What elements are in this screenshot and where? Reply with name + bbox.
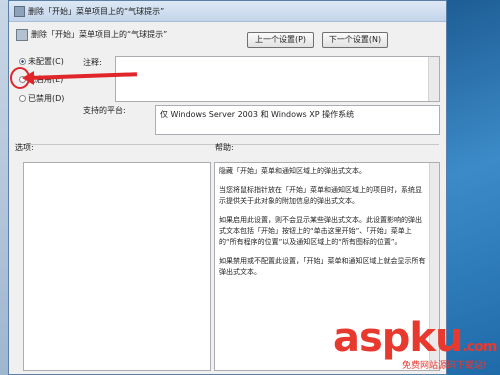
options-label: 选项: xyxy=(15,143,34,152)
next-setting-button[interactable]: 下一个设置(N) xyxy=(322,32,388,48)
radio-button-icon xyxy=(19,95,26,102)
supported-platform-label: 支持的平台: xyxy=(83,106,126,115)
watermark-tagline: 免费网站源码下载站! xyxy=(402,361,487,371)
policy-icon xyxy=(14,6,25,17)
options-panel xyxy=(23,162,211,371)
window-title: 删除「开始」菜单项目上的“气球提示” xyxy=(28,7,165,16)
annotation-arrow-head xyxy=(22,71,34,85)
help-paragraph: 如果启用此设置，则不会显示某些弹出式文本。此设置影响的弹出式文本包括「开始」按钮… xyxy=(219,216,422,246)
previous-setting-button[interactable]: 上一个设置(P) xyxy=(247,32,314,48)
title-bar[interactable]: 删除「开始」菜单项目上的“气球提示” xyxy=(9,1,446,22)
radio-not-configured[interactable]: 未配置(C) xyxy=(19,56,64,67)
radio-disabled[interactable]: 已禁用(D) xyxy=(19,93,64,104)
help-paragraph: 如果禁用或不配置此设置，「开始」菜单和通知区域上就会显示所有弹出式文本。 xyxy=(219,257,426,276)
supported-platform-value: 仅 Windows Server 2003 和 Windows XP 操作系统 xyxy=(155,105,440,135)
radio-button-icon xyxy=(19,58,26,65)
help-label: 帮助: xyxy=(215,143,234,152)
watermark-logo: aspku.com xyxy=(333,315,497,361)
comment-label: 注释: xyxy=(83,58,102,67)
setting-icon xyxy=(16,29,28,41)
help-paragraph: 当您将鼠标指针放在「开始」菜单和通知区域上的项目时，系统显示提供关于此对象的附加… xyxy=(219,186,422,205)
comment-field[interactable] xyxy=(115,56,440,102)
help-paragraph: 隐藏「开始」菜单和通知区域上的弹出式文本。 xyxy=(219,167,366,175)
setting-title: 删除「开始」菜单项目上的“气球提示” xyxy=(31,30,168,39)
comment-scrollbar[interactable] xyxy=(428,57,439,101)
